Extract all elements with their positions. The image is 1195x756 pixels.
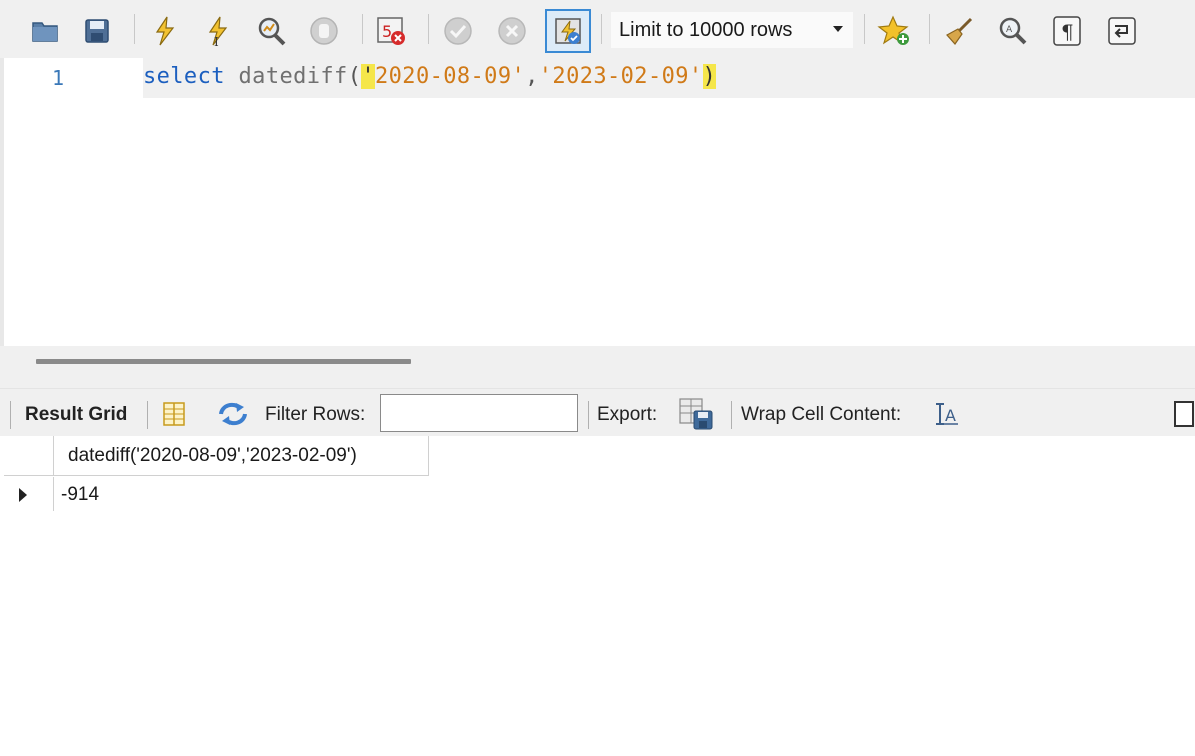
limit-rows-select[interactable]: Limit to 10000 rows (611, 12, 853, 48)
column-header[interactable]: datediff('2020-08-09','2023-02-09') (54, 436, 429, 476)
open-paren: ( (347, 64, 362, 89)
sql-function: datediff (238, 64, 348, 89)
save-icon[interactable] (75, 9, 119, 53)
export-label: Export: (597, 404, 658, 425)
wrap-cell-content-icon[interactable]: A (934, 402, 960, 426)
toggle-panel-icon[interactable] (1174, 401, 1194, 427)
sql-string-arg1: 2020-08-09' (375, 64, 526, 89)
autocommit-icon[interactable] (545, 9, 591, 53)
explain-icon[interactable] (249, 9, 293, 53)
svg-text:A: A (945, 406, 956, 425)
close-paren-highlight: ) (702, 64, 717, 89)
comma: , (525, 64, 539, 89)
current-row-arrow-icon (19, 488, 27, 502)
filter-rows-input[interactable] (380, 394, 578, 432)
sql-editor[interactable]: 1 select datediff('2020-08-09','2023-02-… (0, 58, 1195, 346)
add-snippet-icon[interactable] (873, 9, 917, 53)
editor-gutter (0, 58, 4, 346)
export-icon[interactable] (678, 397, 716, 431)
splitter-grip[interactable] (36, 359, 411, 364)
svg-text:A: A (1006, 25, 1013, 35)
filter-rows-label: Filter Rows: (265, 404, 366, 425)
chevron-down-icon[interactable] (833, 26, 843, 32)
execute-all-icon[interactable] (143, 9, 187, 53)
table-cell[interactable]: -914 (54, 477, 429, 511)
quote-open-highlight: ' (361, 64, 376, 89)
find-icon[interactable]: A (991, 9, 1035, 53)
svg-text:¶: ¶ (1061, 20, 1074, 44)
svg-text:I: I (214, 35, 219, 49)
sql-code-line[interactable]: select datediff('2020-08-09','2023-02-09… (143, 64, 717, 89)
result-grid: datediff('2020-08-09','2023-02-09') -914 (0, 436, 1195, 756)
svg-text:5: 5 (382, 22, 392, 41)
word-wrap-icon[interactable] (1100, 9, 1144, 53)
sql-keyword: select (143, 64, 225, 89)
rollback-icon[interactable] (490, 9, 534, 53)
panel-splitter[interactable] (0, 346, 1195, 388)
sql-editor-toolbar: I 5 Limit to 10000 rows A ¶ (0, 0, 1195, 58)
sql-string-arg2: '2023-02-09' (538, 64, 703, 89)
execute-current-icon[interactable]: I (196, 9, 240, 53)
result-toolbar: Result Grid Filter Rows: Export: Wrap Ce… (0, 388, 1195, 436)
invisible-chars-icon[interactable]: ¶ (1045, 9, 1089, 53)
stop-icon[interactable] (302, 9, 346, 53)
result-grid-tab[interactable]: Result Grid (25, 404, 127, 426)
open-file-icon[interactable] (23, 9, 67, 53)
wrap-cell-content-label: Wrap Cell Content: (741, 404, 902, 425)
row-indicator[interactable] (4, 477, 54, 511)
beautify-icon[interactable] (937, 9, 981, 53)
line-number: 1 (52, 66, 65, 90)
limit-rows-label: Limit to 10000 rows (619, 18, 793, 41)
form-editor-icon[interactable] (160, 400, 188, 428)
toggle-continue-on-error-icon[interactable]: 5 (369, 9, 413, 53)
grid-corner[interactable] (4, 436, 54, 476)
commit-icon[interactable] (436, 9, 480, 53)
refresh-icon[interactable] (216, 400, 250, 428)
